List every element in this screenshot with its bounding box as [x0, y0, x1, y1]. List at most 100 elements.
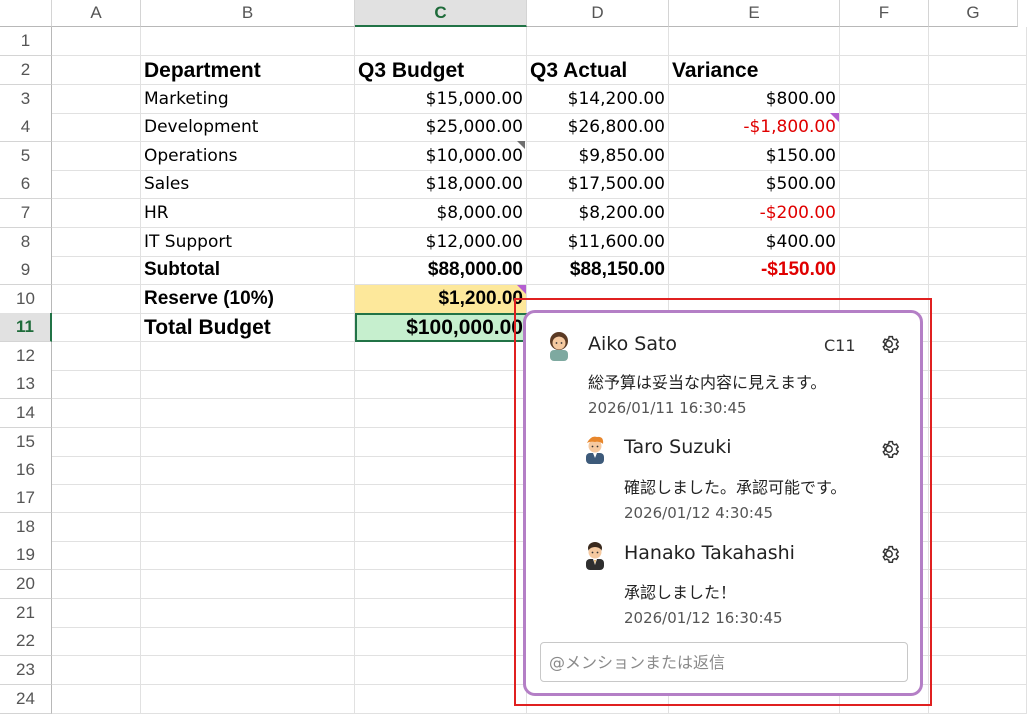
grid-cell[interactable]	[929, 27, 1027, 56]
grid-cell[interactable]	[52, 399, 141, 428]
actual-cell[interactable]: $11,600.00	[527, 228, 669, 257]
reserve-budget[interactable]: $1,200.00	[355, 285, 527, 314]
column-header-a[interactable]: A	[52, 0, 141, 27]
subtotal-variance[interactable]: -$150.00	[669, 256, 840, 285]
grid-cell[interactable]	[52, 484, 141, 513]
grid-cell[interactable]	[929, 313, 1027, 342]
grid-cell[interactable]	[929, 85, 1027, 114]
grid-cell[interactable]	[141, 513, 355, 542]
grid-cell[interactable]	[52, 656, 141, 685]
grid-cell[interactable]	[929, 199, 1027, 228]
grid-cell[interactable]	[52, 541, 141, 570]
row-header-4[interactable]: 4	[0, 113, 52, 142]
row-header-19[interactable]: 19	[0, 541, 52, 570]
grid-cell[interactable]	[355, 399, 527, 428]
row-header-7[interactable]: 7	[0, 199, 52, 228]
row-header-6[interactable]: 6	[0, 170, 52, 199]
column-header-g[interactable]: G	[929, 0, 1018, 27]
grid-cell[interactable]	[141, 685, 355, 714]
gear-icon[interactable]	[878, 438, 900, 460]
gear-icon[interactable]	[878, 333, 900, 355]
grid-cell[interactable]	[141, 399, 355, 428]
grid-cell[interactable]	[929, 513, 1027, 542]
grid-cell[interactable]	[52, 285, 141, 314]
grid-cell[interactable]	[52, 85, 141, 114]
grid-cell[interactable]	[52, 570, 141, 599]
column-header-f[interactable]: F	[840, 0, 929, 27]
comment-indicator[interactable]	[830, 113, 839, 122]
column-header-e[interactable]: E	[669, 0, 840, 27]
grid-cell[interactable]	[52, 56, 141, 85]
grid-cell[interactable]	[929, 685, 1027, 714]
grid-cell[interactable]	[929, 113, 1027, 142]
grid-cell[interactable]	[52, 228, 141, 257]
grid-cell[interactable]	[929, 570, 1027, 599]
grid-cell[interactable]	[52, 199, 141, 228]
grid-cell[interactable]	[840, 199, 929, 228]
row-header-12[interactable]: 12	[0, 342, 52, 371]
department-cell[interactable]: Sales	[141, 170, 355, 199]
row-header-18[interactable]: 18	[0, 513, 52, 542]
actual-cell[interactable]: $26,800.00	[527, 113, 669, 142]
grid-cell[interactable]	[52, 685, 141, 714]
department-cell[interactable]: HR	[141, 199, 355, 228]
row-header-13[interactable]: 13	[0, 370, 52, 399]
grid-cell[interactable]	[929, 228, 1027, 257]
department-cell[interactable]: IT Support	[141, 228, 355, 257]
row-header-16[interactable]: 16	[0, 456, 52, 485]
grid-cell[interactable]	[141, 656, 355, 685]
row-header-11[interactable]: 11	[0, 313, 52, 342]
budget-cell[interactable]: $18,000.00	[355, 170, 527, 199]
grid-cell[interactable]	[840, 256, 929, 285]
grid-cell[interactable]	[355, 484, 527, 513]
row-header-2[interactable]: 2	[0, 56, 52, 85]
grid-cell[interactable]	[929, 56, 1027, 85]
grid-cell[interactable]	[52, 513, 141, 542]
row-header-24[interactable]: 24	[0, 685, 52, 714]
grid-cell[interactable]	[141, 27, 355, 56]
grid-cell[interactable]	[527, 27, 669, 56]
grid-cell[interactable]	[840, 170, 929, 199]
grid-cell[interactable]	[141, 541, 355, 570]
row-header-10[interactable]: 10	[0, 285, 52, 314]
grid-cell[interactable]	[355, 541, 527, 570]
actual-cell[interactable]: $8,200.00	[527, 199, 669, 228]
header-variance[interactable]: Variance	[669, 56, 840, 85]
total-budget-cell[interactable]: $100,000.00	[355, 313, 527, 342]
grid-cell[interactable]	[840, 142, 929, 171]
budget-cell[interactable]: $10,000.00	[355, 142, 527, 171]
department-cell[interactable]: Marketing	[141, 85, 355, 114]
grid-cell[interactable]	[840, 113, 929, 142]
column-header-b[interactable]: B	[141, 0, 355, 27]
grid-cell[interactable]	[355, 627, 527, 656]
grid-cell[interactable]	[52, 627, 141, 656]
header-q3-actual[interactable]: Q3 Actual	[527, 56, 669, 85]
row-header-9[interactable]: 9	[0, 256, 52, 285]
grid-cell[interactable]	[355, 656, 527, 685]
header-department[interactable]: Department	[141, 56, 355, 85]
header-q3-budget[interactable]: Q3 Budget	[355, 56, 527, 85]
row-header-23[interactable]: 23	[0, 656, 52, 685]
budget-cell[interactable]: $8,000.00	[355, 199, 527, 228]
grid-cell[interactable]	[929, 142, 1027, 171]
variance-cell[interactable]: -$200.00	[669, 199, 840, 228]
grid-cell[interactable]	[355, 599, 527, 628]
grid-cell[interactable]	[929, 256, 1027, 285]
grid-cell[interactable]	[355, 428, 527, 457]
department-cell[interactable]: Operations	[141, 142, 355, 171]
budget-cell[interactable]: $12,000.00	[355, 228, 527, 257]
grid-cell[interactable]	[141, 370, 355, 399]
gear-icon[interactable]	[878, 543, 900, 565]
grid-cell[interactable]	[669, 27, 840, 56]
grid-cell[interactable]	[355, 513, 527, 542]
grid-cell[interactable]	[929, 399, 1027, 428]
comment-indicator[interactable]	[517, 285, 526, 294]
grid-cell[interactable]	[929, 599, 1027, 628]
row-header-1[interactable]: 1	[0, 27, 52, 56]
grid-cell[interactable]	[141, 627, 355, 656]
variance-cell[interactable]: $150.00	[669, 142, 840, 171]
grid-cell[interactable]	[141, 342, 355, 371]
grid-cell[interactable]	[355, 456, 527, 485]
grid-cell[interactable]	[840, 56, 929, 85]
grid-cell[interactable]	[355, 370, 527, 399]
